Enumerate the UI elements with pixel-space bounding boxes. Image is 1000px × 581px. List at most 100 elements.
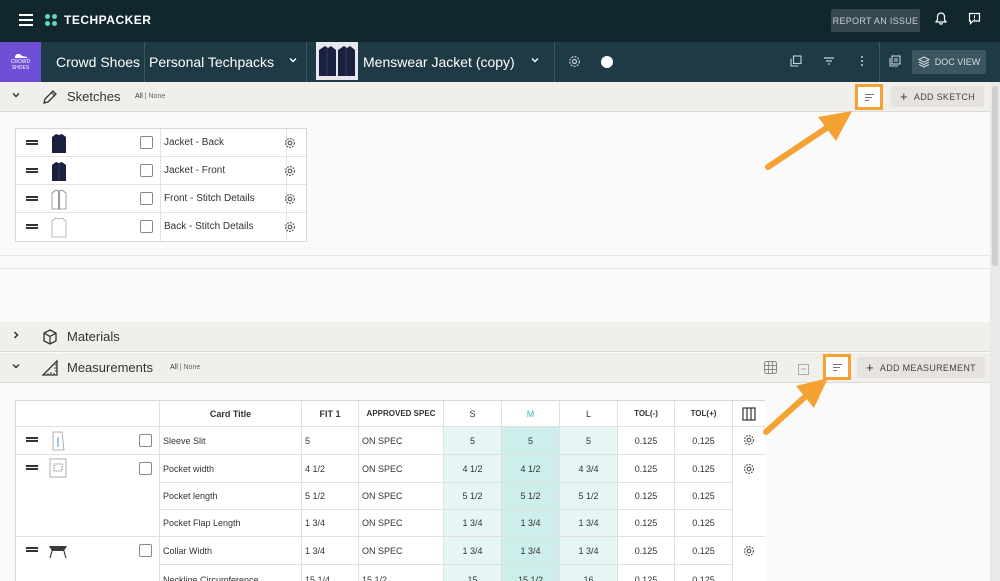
add-measurement-button[interactable]: + ADD MEASUREMENT <box>857 357 985 378</box>
measurement-thumbnail[interactable] <box>48 429 68 453</box>
table-cell-fit[interactable]: 1 3/4 <box>302 510 359 537</box>
table-cell-tolp[interactable]: 0.125 <box>675 510 733 537</box>
table-cell-m[interactable]: 4 1/2 <box>502 455 560 483</box>
sketch-name[interactable]: Jacket - Front <box>160 157 287 185</box>
table-cell-m[interactable]: 1 3/4 <box>502 537 560 565</box>
column-header[interactable]: TOL(-) <box>618 401 675 427</box>
gear-icon[interactable] <box>284 165 296 177</box>
table-cell-m[interactable]: 1 3/4 <box>502 510 560 537</box>
table-cell-spec[interactable]: ON SPEC <box>359 537 444 565</box>
doc-view-button[interactable]: DOC VIEW <box>912 50 986 74</box>
table-cell-spec[interactable]: 15 1/2 <box>359 565 444 581</box>
table-cell-tolp[interactable]: 0.125 <box>675 455 733 483</box>
measurement-checkbox[interactable] <box>139 544 152 557</box>
sketch-checkbox[interactable] <box>140 164 153 177</box>
table-cell-tolm[interactable]: 0.125 <box>618 537 675 565</box>
column-header[interactable]: L <box>560 401 618 427</box>
select-all-link[interactable]: All <box>135 93 143 100</box>
gear-icon[interactable] <box>284 193 296 205</box>
sketch-checkbox[interactable] <box>140 192 153 205</box>
table-cell-s[interactable]: 4 1/2 <box>444 455 502 483</box>
table-cell-l[interactable]: 1 3/4 <box>560 537 618 565</box>
techpack-chevron-down-icon[interactable] <box>530 55 540 68</box>
table-cell-tolm[interactable]: 0.125 <box>618 510 675 537</box>
table-cell-title[interactable]: Neckline Circumference <box>160 565 302 581</box>
table-cell-fit[interactable]: 1 3/4 <box>302 537 359 565</box>
column-header[interactable]: Card Title <box>160 401 302 427</box>
status-dot-icon[interactable] <box>599 55 615 72</box>
add-sketch-button[interactable]: + ADD SKETCH <box>891 86 984 107</box>
table-cell-s[interactable]: 1 3/4 <box>444 510 502 537</box>
drag-handle-icon[interactable] <box>26 168 38 173</box>
table-cell-tolm[interactable]: 0.125 <box>618 565 675 581</box>
list-item[interactable]: Front - Stitch Details <box>16 185 306 213</box>
techpack-thumbnail[interactable] <box>316 42 358 80</box>
table-cell-s[interactable]: 5 1/2 <box>444 483 502 510</box>
table-cell-s[interactable]: 1 3/4 <box>444 537 502 565</box>
select-none-link[interactable]: None <box>184 364 201 371</box>
table-cell-fit[interactable]: 4 1/2 <box>302 455 359 483</box>
gear-icon[interactable] <box>284 221 296 233</box>
table-cell-fit[interactable]: 5 <box>302 427 359 455</box>
table-cell-tolp[interactable]: 0.125 <box>675 565 733 581</box>
table-cell-fit[interactable]: 5 1/2 <box>302 483 359 510</box>
table-cell-tolm[interactable]: 0.125 <box>618 483 675 510</box>
table-cell-m[interactable]: 5 <box>502 427 560 455</box>
drag-handle-icon[interactable] <box>26 465 38 470</box>
brand-logo[interactable]: CROWD SHOES <box>0 42 41 82</box>
table-cell-tolm[interactable]: 0.125 <box>618 455 675 483</box>
sketch-name[interactable]: Jacket - Back <box>160 129 287 157</box>
table-cell-l[interactable]: 5 <box>560 427 618 455</box>
table-cell-title[interactable]: Sleeve Slit <box>160 427 302 455</box>
column-header[interactable]: FIT 1 <box>302 401 359 427</box>
table-cell-spec[interactable]: ON SPEC <box>359 483 444 510</box>
table-cell-title[interactable]: Pocket length <box>160 483 302 510</box>
select-none-link[interactable]: None <box>149 93 166 100</box>
folder-chevron-down-icon[interactable] <box>288 55 298 68</box>
gear-icon[interactable] <box>284 137 296 149</box>
measurement-thumbnail[interactable] <box>46 540 70 562</box>
chevron-down-icon[interactable] <box>11 361 21 374</box>
table-cell-s[interactable]: 15 <box>444 565 502 581</box>
drag-handle-icon[interactable] <box>26 196 38 201</box>
table-cell-spec[interactable]: ON SPEC <box>359 427 444 455</box>
gear-icon[interactable] <box>566 55 582 71</box>
app-logo[interactable]: TECHPACKER <box>45 13 151 27</box>
column-header[interactable]: TOL(+) <box>675 401 733 427</box>
filter-icon[interactable] <box>821 55 837 69</box>
materials-section-header[interactable]: Materials <box>0 322 990 352</box>
chevron-down-icon[interactable] <box>11 90 21 103</box>
brand-name[interactable]: Crowd Shoes <box>56 54 140 70</box>
drag-handle-icon[interactable] <box>26 224 38 229</box>
chevron-right-icon[interactable] <box>11 330 21 343</box>
scrollbar[interactable] <box>992 86 998 266</box>
list-item[interactable]: Jacket - Front <box>16 157 306 185</box>
folder-name[interactable]: Personal Techpacks <box>149 54 274 70</box>
bell-icon[interactable] <box>933 12 949 28</box>
feedback-icon[interactable] <box>966 12 982 28</box>
list-item[interactable]: Jacket - Back <box>16 129 306 157</box>
menu-icon[interactable] <box>19 14 33 26</box>
table-cell-tolp[interactable]: 0.125 <box>675 427 733 455</box>
table-cell-fit[interactable]: 15 1/4 <box>302 565 359 581</box>
sketch-thumbnail[interactable] <box>49 160 69 182</box>
drag-handle-icon[interactable] <box>26 140 38 145</box>
column-header[interactable]: S <box>444 401 502 427</box>
select-all-link[interactable]: All <box>170 364 178 371</box>
table-cell-l[interactable]: 16 <box>560 565 618 581</box>
list-item[interactable]: Back - Stitch Details <box>16 213 306 241</box>
table-cell-s[interactable]: 5 <box>444 427 502 455</box>
gear-icon[interactable] <box>743 463 755 477</box>
sketch-name[interactable]: Front - Stitch Details <box>160 185 287 213</box>
pages-icon[interactable] <box>887 55 903 70</box>
table-cell-l[interactable]: 5 1/2 <box>560 483 618 510</box>
measurement-thumbnail[interactable] <box>48 457 68 481</box>
table-cell-m[interactable]: 5 1/2 <box>502 483 560 510</box>
table-cell-m[interactable]: 15 1/2 <box>502 565 560 581</box>
measurement-checkbox[interactable] <box>139 434 152 447</box>
table-cell-spec[interactable]: ON SPEC <box>359 455 444 483</box>
table-cell-tolp[interactable]: 0.125 <box>675 483 733 510</box>
drag-handle-icon[interactable] <box>26 547 38 552</box>
copy-icon[interactable] <box>788 55 804 70</box>
column-header[interactable]: APPROVED SPEC <box>359 401 444 427</box>
